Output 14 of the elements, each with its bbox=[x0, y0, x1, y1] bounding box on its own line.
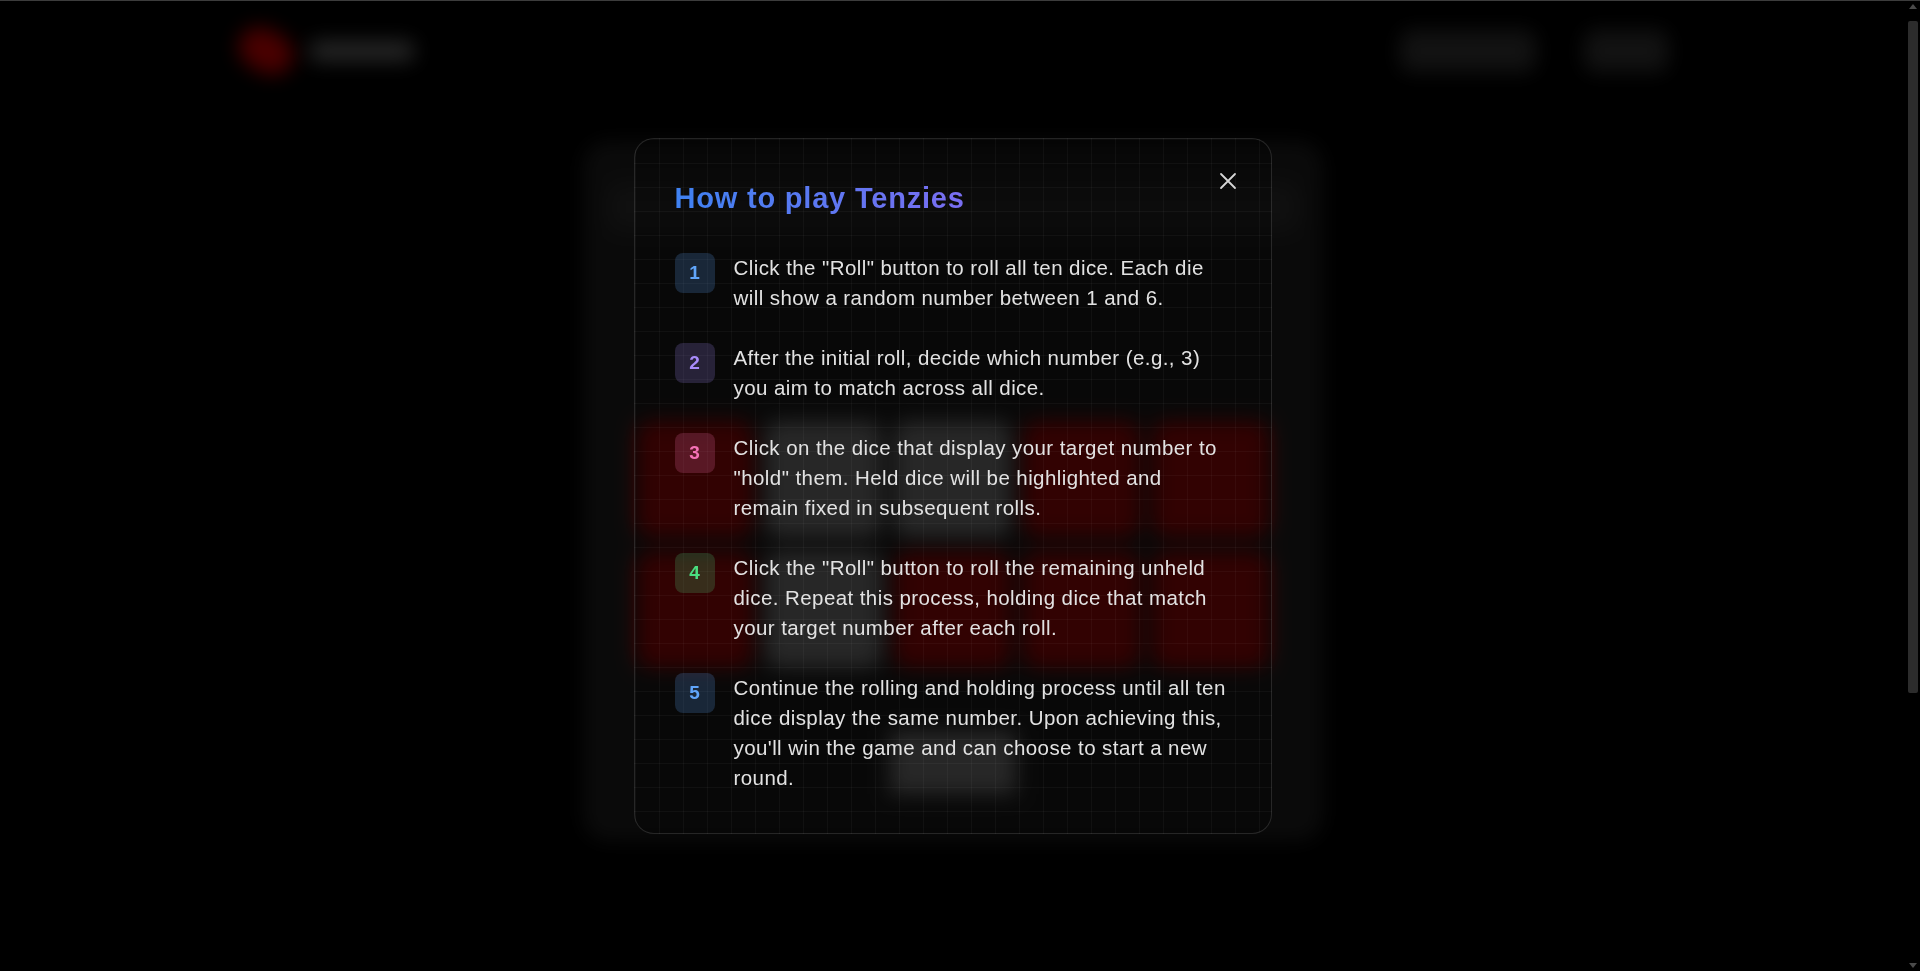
step-text: Continue the rolling and holding process until all ten dice display the same number. Upon achieving this, you'll win the game and can choose to start a new round. bbox=[733, 675, 1227, 791]
step-text: Click the "Roll" button to roll the remaining unheld dice. Repeat this process, holding dice that match your target number after each roll. bbox=[733, 555, 1208, 641]
close-icon bbox=[1218, 172, 1237, 190]
step-text: After the initial roll, decide which number (e.g., 3) you aim to match across all dice. bbox=[733, 345, 1202, 401]
scroll-down-icon[interactable] bbox=[1909, 963, 1917, 968]
step-text: Click on the dice that display your target number to "hold" them. Held dice will be highlighted and remain fixed in subsequent rolls. bbox=[733, 435, 1218, 521]
step-number: 5 bbox=[689, 682, 700, 704]
step-number: 2 bbox=[689, 352, 700, 374]
scrollbar-thumb[interactable] bbox=[1908, 21, 1918, 693]
step-text: Click the "Roll" button to roll all ten dice. Each die will show a random number between 1 and 6. bbox=[733, 255, 1205, 311]
step-number: 4 bbox=[689, 562, 700, 584]
step-number: 3 bbox=[689, 442, 700, 464]
scroll-up-icon[interactable] bbox=[1909, 4, 1917, 9]
step-number: 1 bbox=[689, 262, 700, 284]
